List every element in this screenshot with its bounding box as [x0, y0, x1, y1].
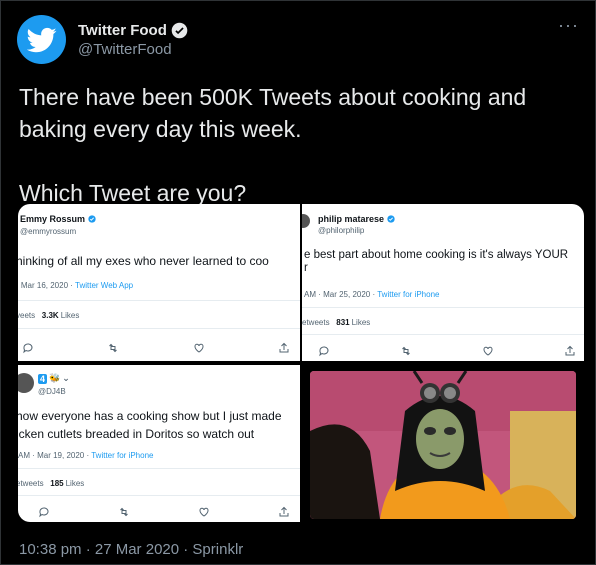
reply-icon	[38, 505, 50, 518]
retweet-icon	[400, 344, 412, 356]
avatar[interactable]	[17, 15, 66, 64]
like-icon	[482, 344, 494, 356]
screenshot-author-handle: @philorphilip	[318, 226, 365, 235]
screenshot-body-continued: icken cutlets breaded in Doritos so watc…	[18, 427, 255, 441]
more-options-icon[interactable]: ···	[558, 15, 579, 36]
screenshot-stats: etweets 831 Likes	[302, 318, 371, 327]
tweet-card: Twitter Food @TwitterFood ··· There have…	[0, 0, 596, 565]
screenshot-meta: AM · Mar 25, 2020 · Twitter for iPhone	[304, 290, 440, 299]
screenshot-author-name: philip matarese	[318, 214, 385, 224]
screenshot-author-handle: @DJ4B	[38, 387, 66, 396]
tweet-header: Twitter Food @TwitterFood	[17, 15, 188, 64]
bee-emoji-icon: 🐝	[49, 373, 61, 383]
account-handle[interactable]: @TwitterFood	[78, 41, 188, 58]
tweet-timestamp[interactable]: 10:38 pm · 27 Mar 2020 · Sprinklr	[19, 541, 243, 558]
screenshot-body: how everyone has a cooking show but I ju…	[18, 409, 282, 423]
divider	[302, 307, 584, 308]
screenshot-actions	[318, 344, 576, 357]
twitter-bird-icon	[26, 27, 56, 52]
divider	[18, 468, 300, 469]
reply-icon	[22, 341, 34, 354]
divider	[18, 300, 300, 301]
reply-icon	[318, 344, 330, 357]
avatar	[18, 373, 34, 393]
divider	[302, 334, 584, 335]
screenshot-actions	[22, 341, 290, 354]
screenshot-stats: veets 3.3K Likes	[18, 311, 80, 320]
account-names: Twitter Food @TwitterFood	[78, 22, 188, 58]
screenshot-author-name: 4	[38, 373, 48, 384]
media-grid: Emmy Rossum @emmyrossum hinking of all m…	[18, 204, 584, 522]
share-icon	[278, 341, 290, 353]
costume-photo-illustration	[310, 371, 576, 519]
screenshot-author-name: Emmy Rossum	[20, 214, 86, 224]
chevron-down-icon: ⌄	[62, 373, 70, 383]
retweet-icon	[107, 341, 119, 353]
verified-badge-icon	[88, 215, 96, 223]
media-photo[interactable]	[302, 365, 584, 522]
tweet-text: There have been 500K Tweets about cookin…	[19, 84, 527, 206]
share-icon	[564, 344, 576, 356]
avatar	[302, 214, 310, 228]
like-icon	[198, 505, 210, 517]
screenshot-actions	[38, 505, 290, 518]
divider	[18, 495, 300, 496]
share-icon	[278, 505, 290, 517]
media-screenshot-3[interactable]: 4 🐝 ⌄ @DJ4B how everyone has a cooking s…	[18, 365, 300, 522]
costume-photo	[310, 371, 576, 519]
screenshot-meta: · Mar 16, 2020 · Twitter Web App	[18, 281, 134, 290]
display-name[interactable]: Twitter Food	[78, 22, 167, 39]
verified-badge-icon	[171, 22, 188, 38]
screenshot-meta: AM · Mar 19, 2020 · Twitter for iPhone	[18, 451, 154, 460]
screenshot-author-handle: @emmyrossum	[20, 227, 77, 236]
retweet-icon	[118, 505, 130, 517]
screenshot-body: e best part about home cooking is it's a…	[304, 249, 569, 261]
screenshot-body-continued: r	[304, 262, 308, 274]
verified-badge-icon	[387, 215, 395, 223]
media-screenshot-2[interactable]: philip matarese @philorphilip e best par…	[302, 204, 584, 361]
like-icon	[193, 341, 205, 353]
screenshot-body: hinking of all my exes who never learned…	[18, 254, 269, 268]
divider	[18, 328, 300, 329]
screenshot-stats: etweets 185 Likes	[18, 479, 85, 488]
media-screenshot-1[interactable]: Emmy Rossum @emmyrossum hinking of all m…	[18, 204, 300, 361]
